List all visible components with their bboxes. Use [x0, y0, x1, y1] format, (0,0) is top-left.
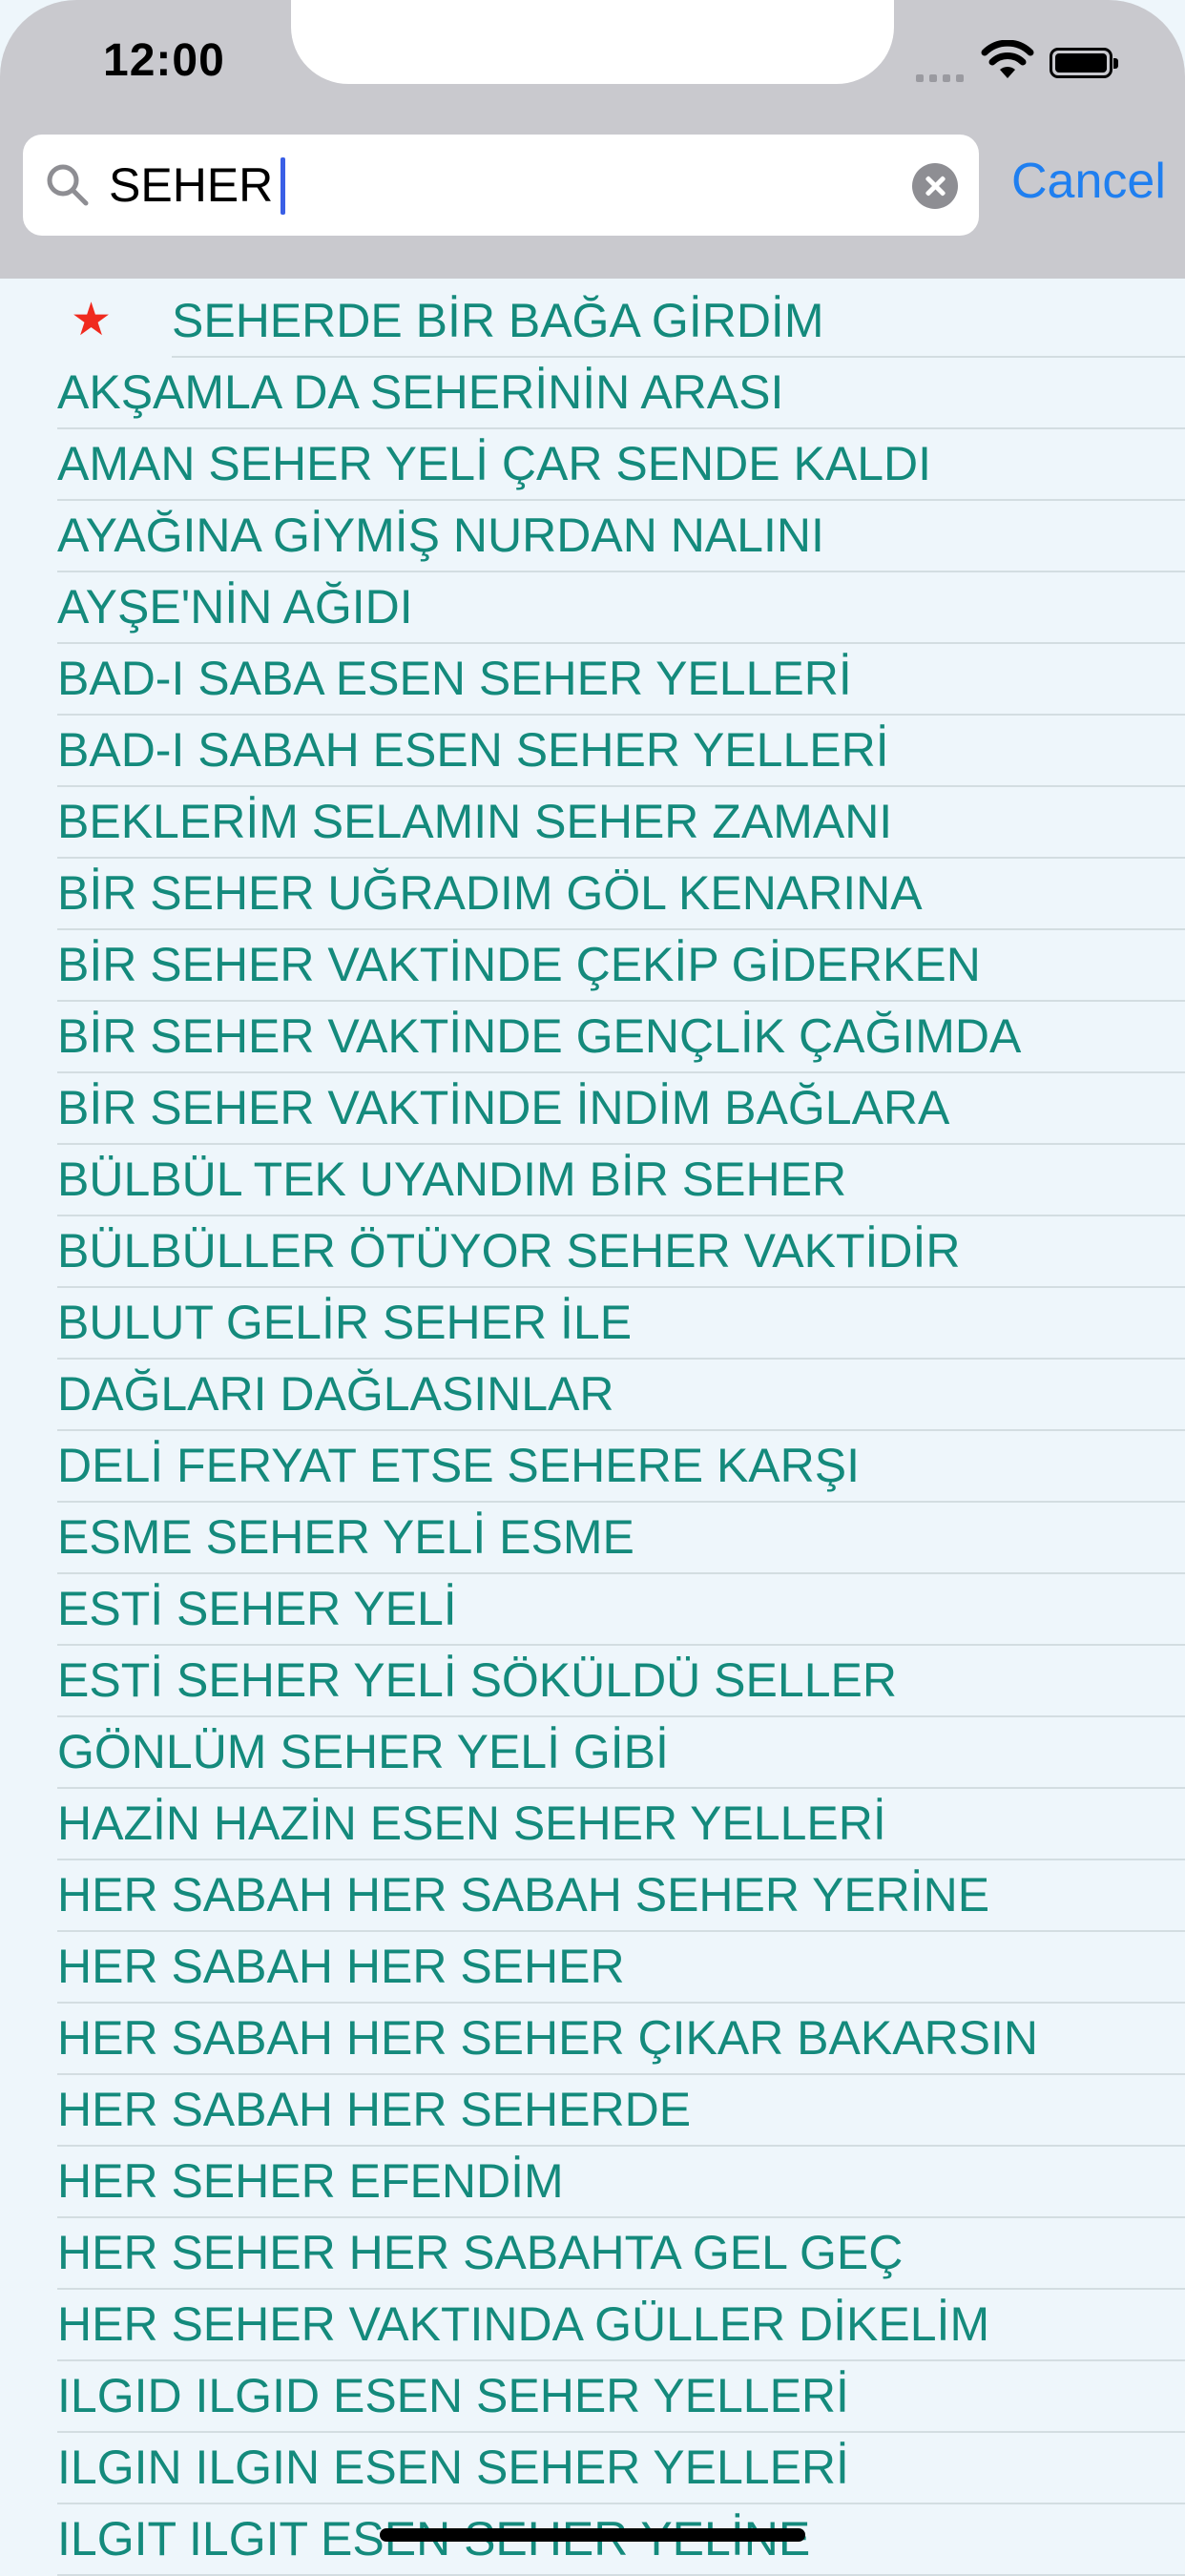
- cancel-button[interactable]: Cancel: [1011, 153, 1166, 210]
- wifi-icon: [981, 40, 1034, 78]
- list-item-label: AKŞAMLA DA SEHERİNİN ARASI: [57, 365, 784, 419]
- list-item-label: HER SABAH HER SEHER ÇIKAR BAKARSIN: [57, 2011, 1039, 2065]
- list-item-label: SEHERDE BİR BAĞA GİRDİM: [172, 294, 824, 347]
- list-item[interactable]: BİR SEHER VAKTİNDE ÇEKİP GİDERKEN: [57, 930, 1185, 1002]
- list-item-label: HER SABAH HER SEHERDE: [57, 2083, 692, 2136]
- list-item-label: BEKLERİM SELAMIN SEHER ZAMANI: [57, 795, 893, 848]
- list-item-label: BİR SEHER VAKTİNDE ÇEKİP GİDERKEN: [57, 938, 981, 991]
- clear-search-icon[interactable]: [912, 163, 958, 209]
- cellular-signal-icon: [916, 73, 967, 82]
- list-item-label: AYAĞINA GİYMİŞ NURDAN NALINI: [57, 509, 824, 562]
- list-item-label: ILGIN ILGIN ESEN SEHER YELLERİ: [57, 2441, 849, 2494]
- list-item[interactable]: HER SABAH HER SEHERDE: [57, 2075, 1185, 2147]
- list-item[interactable]: HER SABAH HER SABAH SEHER YERİNE: [57, 1860, 1185, 1932]
- list-item-featured[interactable]: SEHERDE BİR BAĞA GİRDİM: [172, 286, 1185, 358]
- list-item[interactable]: DELİ FERYAT ETSE SEHERE KARŞI: [57, 1431, 1185, 1503]
- list-item[interactable]: AMAN SEHER YELİ ÇAR SENDE KALDI: [57, 429, 1185, 501]
- list-item-label: ESME SEHER YELİ ESME: [57, 1510, 634, 1564]
- battery-icon: [1050, 48, 1118, 78]
- list-item-label: DAĞLARI DAĞLASINLAR: [57, 1367, 614, 1421]
- list-item[interactable]: AYŞE'NİN AĞIDI: [57, 572, 1185, 644]
- list-item[interactable]: BAD-I SABA ESEN SEHER YELLERİ: [57, 644, 1185, 716]
- list-item[interactable]: BÜLBÜL TEK UYANDIM BİR SEHER: [57, 1145, 1185, 1216]
- list-item-label: ESTİ SEHER YELİ: [57, 1582, 457, 1635]
- list-item[interactable]: DAĞLARI DAĞLASINLAR: [57, 1360, 1185, 1431]
- list-item-label: ILGID ILGID ESEN SEHER YELLERİ: [57, 2369, 849, 2422]
- list-item[interactable]: ILGIN ILGIN ESEN SEHER YELLERİ: [57, 2433, 1185, 2504]
- list-item[interactable]: GÖNLÜM SEHER YELİ GİBİ: [57, 1717, 1185, 1789]
- list-item[interactable]: HER SABAH HER SEHER: [57, 1932, 1185, 2004]
- list-item[interactable]: HER SEHER HER SABAHTA GEL GEÇ: [57, 2218, 1185, 2290]
- list-item-label: ESTİ SEHER YELİ SÖKÜLDÜ SELLER: [57, 1653, 897, 1707]
- list-item[interactable]: HAZİN HAZİN ESEN SEHER YELLERİ: [57, 1789, 1185, 1860]
- list-item-label: BÜLBÜLLER ÖTÜYOR SEHER VAKTİDİR: [57, 1224, 961, 1278]
- list-item-label: DELİ FERYAT ETSE SEHERE KARŞI: [57, 1439, 860, 1492]
- favorite-star-icon: ★: [71, 295, 113, 345]
- list-item-label: BAD-I SABA ESEN SEHER YELLERİ: [57, 652, 852, 705]
- list-item-label: GÖNLÜM SEHER YELİ GİBİ: [57, 1725, 669, 1778]
- text-cursor: [281, 157, 285, 215]
- list-item-label: HAZİN HAZİN ESEN SEHER YELLERİ: [57, 1797, 886, 1850]
- list-item[interactable]: ESTİ SEHER YELİ: [57, 1574, 1185, 1646]
- list-item-label: HER SEHER HER SABAHTA GEL GEÇ: [57, 2226, 904, 2279]
- list-item-label: HER SABAH HER SABAH SEHER YERİNE: [57, 1868, 990, 1922]
- list-item-label: AYŞE'NİN AĞIDI: [57, 580, 413, 634]
- list-item[interactable]: BİR SEHER VAKTİNDE İNDİM BAĞLARA: [57, 1073, 1185, 1145]
- list-item-label: BULUT GELİR SEHER İLE: [57, 1296, 633, 1349]
- list-item-label: BİR SEHER VAKTİNDE İNDİM BAĞLARA: [57, 1081, 950, 1134]
- search-icon: [47, 164, 89, 206]
- list-item[interactable]: AYAĞINA GİYMİŞ NURDAN NALINI: [57, 501, 1185, 572]
- search-field[interactable]: [23, 135, 979, 236]
- list-item[interactable]: BULUT GELİR SEHER İLE: [57, 1288, 1185, 1360]
- list-item[interactable]: ESTİ SEHER YELİ SÖKÜLDÜ SELLER: [57, 1646, 1185, 1717]
- search-input[interactable]: [109, 154, 891, 217]
- device-notch: [291, 0, 894, 84]
- list-item-label: HER SEHER EFENDİM: [57, 2154, 564, 2208]
- list-item-label: HER SABAH HER SEHER: [57, 1940, 625, 1993]
- list-item[interactable]: ESME SEHER YELİ ESME: [57, 1503, 1185, 1574]
- list-item-label: BÜLBÜL TEK UYANDIM BİR SEHER: [57, 1153, 847, 1206]
- list-item-label: BİR SEHER UĞRADIM GÖL KENARINA: [57, 866, 923, 920]
- list-item[interactable]: BAD-I SABAH ESEN SEHER YELLERİ: [57, 716, 1185, 787]
- list-item[interactable]: HER SEHER EFENDİM: [57, 2147, 1185, 2218]
- list-item[interactable]: BİR SEHER UĞRADIM GÖL KENARINA: [57, 859, 1185, 930]
- search-header: 12:00 Cancel: [0, 0, 1185, 279]
- list-item[interactable]: ILGID ILGID ESEN SEHER YELLERİ: [57, 2361, 1185, 2433]
- list-item[interactable]: HER SEHER VAKTINDA GÜLLER DİKELİM: [57, 2290, 1185, 2361]
- list-item-label: AMAN SEHER YELİ ÇAR SENDE KALDI: [57, 437, 932, 490]
- list-item[interactable]: BÜLBÜLLER ÖTÜYOR SEHER VAKTİDİR: [57, 1216, 1185, 1288]
- list-item-label: HER SEHER VAKTINDA GÜLLER DİKELİM: [57, 2297, 990, 2351]
- status-time: 12:00: [103, 35, 225, 86]
- results-list: ★ SEHERDE BİR BAĞA GİRDİM AKŞAMLA DA SEH…: [0, 286, 1185, 2576]
- list-item-label: BİR SEHER VAKTİNDE GENÇLİK ÇAĞIMDA: [57, 1009, 1022, 1063]
- list-item[interactable]: HER SABAH HER SEHER ÇIKAR BAKARSIN: [57, 2004, 1185, 2075]
- home-indicator[interactable]: [380, 2528, 805, 2542]
- list-item[interactable]: AKŞAMLA DA SEHERİNİN ARASI: [57, 358, 1185, 429]
- list-item[interactable]: BEKLERİM SELAMIN SEHER ZAMANI: [57, 787, 1185, 859]
- list-item[interactable]: BİR SEHER VAKTİNDE GENÇLİK ÇAĞIMDA: [57, 1002, 1185, 1073]
- list-item-label: BAD-I SABAH ESEN SEHER YELLERİ: [57, 723, 889, 777]
